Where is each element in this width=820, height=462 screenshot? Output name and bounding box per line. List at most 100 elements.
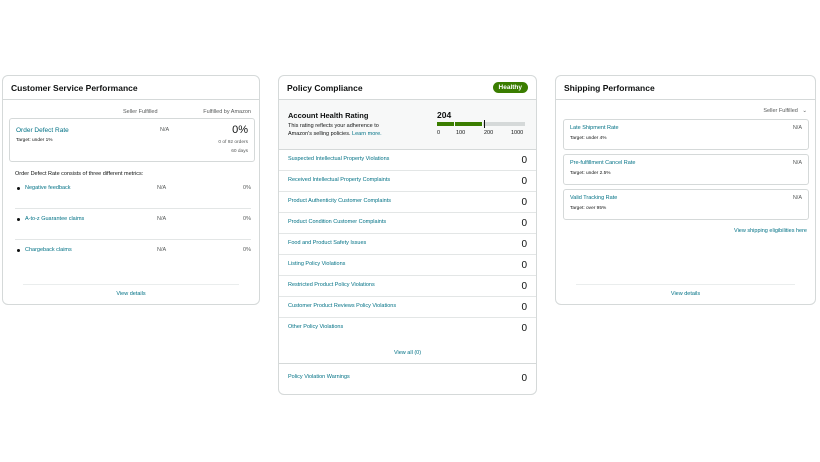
customer-service-card: Customer Service Performance Seller Fulf… xyxy=(2,75,260,305)
policy-violation-warnings-row: Policy Violation Warnings 0 xyxy=(279,368,536,389)
shipping-metric-target: Target: under 4% xyxy=(570,136,607,141)
metric-seller-value: N/A xyxy=(157,247,167,253)
bullet-icon xyxy=(17,187,20,190)
policy-row: Restricted Product Policy Violations 0 xyxy=(279,276,536,297)
policy-violation-warnings-link[interactable]: Policy Violation Warnings xyxy=(288,374,350,380)
shipping-metric-value: N/A xyxy=(792,160,802,166)
odr-period: 60 days xyxy=(231,149,248,154)
order-defect-rate-box: Order Defect Rate Target: under 1% N/A 0… xyxy=(9,118,255,162)
a-to-z-claims-link[interactable]: A-to-z Guarantee claims xyxy=(25,216,84,222)
shipping-metric-box: Valid Tracking Rate Target: over 95% N/A xyxy=(563,189,809,220)
pre-fulfillment-cancel-rate-link[interactable]: Pre-fulfillment Cancel Rate xyxy=(570,160,635,166)
policy-row-link[interactable]: Product Authenticity Customer Complaints xyxy=(288,198,391,204)
ahr-tick-label: 1000 xyxy=(511,130,524,136)
chargeback-claims-link[interactable]: Chargeback claims xyxy=(25,247,72,253)
policy-row: Suspected Intellectual Property Violatio… xyxy=(279,150,536,171)
shipping-metric-target: Target: under 2.5% xyxy=(570,171,611,176)
account-health-rating-panel: Account Health Rating This rating reflec… xyxy=(279,100,536,150)
order-defect-rate-link[interactable]: Order Defect Rate xyxy=(16,127,69,134)
warnings-divider xyxy=(279,363,536,364)
policy-row-count: 0 xyxy=(521,176,527,187)
policy-row-link[interactable]: Listing Policy Violations xyxy=(288,261,345,267)
chevron-down-icon: ⌄ xyxy=(802,108,807,114)
policy-row: Food and Product Safety Issues 0 xyxy=(279,234,536,255)
footer-divider xyxy=(576,284,795,285)
ahr-gauge-segment xyxy=(437,122,454,126)
policy-row: Other Policy Violations 0 xyxy=(279,318,536,339)
policy-row: Listing Policy Violations 0 xyxy=(279,255,536,276)
policy-row-count: 0 xyxy=(521,281,527,292)
shipping-metric-value: N/A xyxy=(792,125,802,131)
metric-row: Chargeback claims N/A 0% xyxy=(15,243,251,271)
shipping-performance-header: Shipping Performance xyxy=(556,76,815,100)
ahr-tick-label: 100 xyxy=(456,130,466,136)
shipping-metric-target: Target: over 95% xyxy=(570,206,607,211)
ahr-gauge-bar xyxy=(437,122,525,126)
ahr-gauge-segment xyxy=(483,122,525,126)
policy-compliance-title: Policy Compliance xyxy=(287,82,363,93)
policy-row: Product Authenticity Customer Complaints… xyxy=(279,192,536,213)
metric-amazon-value: 0% xyxy=(243,185,251,191)
shipping-metric-box: Pre-fulfillment Cancel Rate Target: unde… xyxy=(563,154,809,185)
ahr-description-line2: Amazon's selling policies. Learn more. xyxy=(288,131,382,137)
shipping-metric-box: Late Shipment Rate Target: under 4% N/A xyxy=(563,119,809,150)
order-defect-rate-target: Target: under 1% xyxy=(16,138,53,143)
shipping-eligibilities-link[interactable]: View shipping eligibilities here xyxy=(734,228,807,234)
customer-service-view-details-link[interactable]: View details xyxy=(3,291,259,297)
odr-orders-count: 0 of 92 orders xyxy=(218,140,248,145)
ahr-description-line1: This rating reflects your adherence to xyxy=(288,123,379,129)
view-all-link[interactable]: View all (0) xyxy=(279,350,536,356)
policy-row-link[interactable]: Received Intellectual Property Complaint… xyxy=(288,177,390,183)
policy-row-count: 0 xyxy=(521,197,527,208)
policy-row: Customer Product Reviews Policy Violatio… xyxy=(279,297,536,318)
negative-feedback-link[interactable]: Negative feedback xyxy=(25,185,71,191)
fulfillment-dropdown[interactable]: Seller Fulfilled ⌄ xyxy=(763,108,807,114)
policy-row-count: 0 xyxy=(521,155,527,166)
policy-row-link[interactable]: Suspected Intellectual Property Violatio… xyxy=(288,156,389,162)
ahr-score: 204 xyxy=(437,110,452,120)
policy-row-link[interactable]: Product Condition Customer Complaints xyxy=(288,219,386,225)
shipping-performance-card: Shipping Performance Seller Fulfilled ⌄ … xyxy=(555,75,816,305)
policy-row-count: 0 xyxy=(521,302,527,313)
col-fulfilled-by-amazon: Fulfilled by Amazon xyxy=(203,109,251,115)
col-seller-fulfilled: Seller Fulfilled xyxy=(123,109,158,115)
metric-amazon-value: 0% xyxy=(243,216,251,222)
policy-row: Product Condition Customer Complaints 0 xyxy=(279,213,536,234)
policy-row-link[interactable]: Restricted Product Policy Violations xyxy=(288,282,375,288)
shipping-metric-value: N/A xyxy=(792,195,802,201)
odr-seller-value: N/A xyxy=(160,127,170,133)
ahr-description-text: Amazon's selling policies. xyxy=(288,131,351,137)
metric-amazon-value: 0% xyxy=(243,247,251,253)
metric-row: A-to-z Guarantee claims N/A 0% xyxy=(15,212,251,240)
customer-service-header: Customer Service Performance xyxy=(3,76,259,100)
policy-row-link[interactable]: Customer Product Reviews Policy Violatio… xyxy=(288,303,396,309)
footer-divider xyxy=(23,284,239,285)
policy-row: Received Intellectual Property Complaint… xyxy=(279,171,536,192)
customer-service-title: Customer Service Performance xyxy=(11,82,138,93)
ahr-tick-label: 0 xyxy=(437,130,441,136)
metric-seller-value: N/A xyxy=(157,185,167,191)
policy-row-count: 0 xyxy=(521,218,527,229)
bullet-icon xyxy=(17,218,20,221)
shipping-performance-title: Shipping Performance xyxy=(564,82,655,93)
policy-row-count: 0 xyxy=(521,260,527,271)
policy-row-count: 0 xyxy=(521,323,527,334)
metric-seller-value: N/A xyxy=(157,216,167,222)
policy-compliance-card: Policy Compliance Healthy Account Health… xyxy=(278,75,537,395)
valid-tracking-rate-link[interactable]: Valid Tracking Rate xyxy=(570,195,617,201)
ahr-gauge-segment xyxy=(455,122,482,126)
late-shipment-rate-link[interactable]: Late Shipment Rate xyxy=(570,125,619,131)
learn-more-link[interactable]: Learn more. xyxy=(352,131,382,137)
policy-row-link[interactable]: Other Policy Violations xyxy=(288,324,343,330)
ahr-gauge-marker xyxy=(484,120,485,128)
metrics-intro: Order Defect Rate consists of three diff… xyxy=(15,171,144,177)
ahr-tick-label: 200 xyxy=(484,130,494,136)
metric-row: Negative feedback N/A 0% xyxy=(15,181,251,209)
policy-row-count: 0 xyxy=(521,239,527,250)
shipping-view-details-link[interactable]: View details xyxy=(556,291,815,297)
policy-row-link[interactable]: Food and Product Safety Issues xyxy=(288,240,366,246)
policy-violation-warnings-count: 0 xyxy=(521,373,527,384)
bullet-icon xyxy=(17,249,20,252)
fulfillment-dropdown-value: Seller Fulfilled xyxy=(763,108,798,114)
health-status-badge: Healthy xyxy=(492,82,528,93)
